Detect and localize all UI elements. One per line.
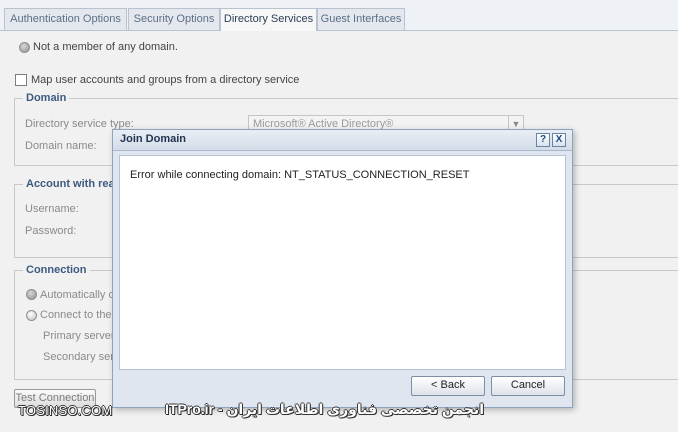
join-domain-dialog: Join Domain ? X Error while connecting d… xyxy=(112,129,573,408)
domain-legend: Domain xyxy=(23,92,70,104)
watermark-left: TOSINSO.COM xyxy=(18,403,113,418)
connect-to-server-label: Connect to the s xyxy=(40,309,121,321)
dialog-message-area: Error while connecting domain: NT_STATUS… xyxy=(119,155,566,370)
membership-status-icon xyxy=(19,42,30,53)
password-label: Password: xyxy=(25,225,77,237)
tab-bar: Authentication Options Security Options … xyxy=(0,0,678,31)
map-accounts-label: Map user accounts and groups from a dire… xyxy=(31,74,300,86)
connection-legend: Connection xyxy=(23,264,90,276)
cancel-button[interactable]: Cancel xyxy=(491,376,565,396)
username-label: Username: xyxy=(25,203,79,215)
tab-directory-services[interactable]: Directory Services xyxy=(220,8,317,31)
tab-authentication-options[interactable]: Authentication Options xyxy=(4,8,127,30)
auto-connect-radio[interactable] xyxy=(26,289,37,300)
help-icon[interactable]: ? xyxy=(536,133,550,147)
tab-security-options[interactable]: Security Options xyxy=(128,8,220,30)
connect-to-server-radio[interactable] xyxy=(26,310,37,321)
account-legend: Account with read xyxy=(23,178,125,190)
tab-guest-interfaces[interactable]: Guest Interfaces xyxy=(317,8,405,30)
dialog-title: Join Domain xyxy=(120,133,187,145)
primary-server-label: Primary server: xyxy=(43,330,118,342)
domain-name-label: Domain name: xyxy=(25,140,97,152)
close-icon[interactable]: X xyxy=(552,133,566,147)
watermark-right: ITPro.ir - انجمن تخصصی فناوری اطلاعات ای… xyxy=(165,401,484,417)
dialog-title-bar[interactable]: Join Domain ? X xyxy=(113,130,572,151)
membership-status-text: Not a member of any domain. xyxy=(33,41,178,53)
map-accounts-checkbox[interactable] xyxy=(15,74,27,86)
back-button[interactable]: < Back xyxy=(411,376,485,396)
auto-connect-label: Automatically co xyxy=(40,289,121,301)
error-message: Error while connecting domain: NT_STATUS… xyxy=(130,169,470,181)
